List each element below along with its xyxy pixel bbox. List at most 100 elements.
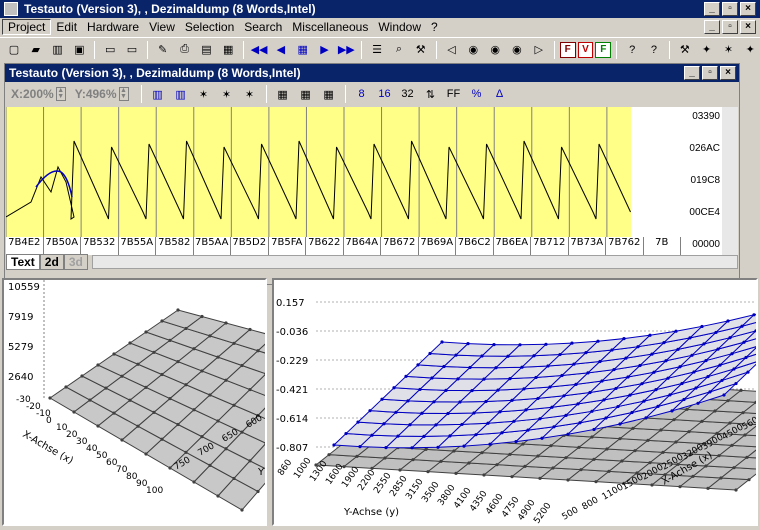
p-button[interactable]: F [595, 41, 612, 58]
menu-search[interactable]: Search [239, 20, 287, 34]
open-red-icon[interactable]: ▥ [48, 40, 68, 60]
y-zoom-arrows-icon[interactable]: ▲ ▼ [118, 87, 129, 101]
mesh-node [756, 423, 758, 426]
prev-icon[interactable]: ◀ [271, 40, 291, 60]
tab-2d[interactable]: 2d [39, 254, 64, 270]
lohi-icon[interactable]: ⇅ [421, 84, 441, 104]
bars2-icon[interactable]: ▥ [171, 84, 191, 104]
menu-view[interactable]: View [144, 20, 180, 34]
mesh-node [624, 356, 628, 360]
f-button[interactable]: F [559, 41, 576, 58]
grid3-icon[interactable]: ▦ [319, 84, 339, 104]
left-gray-icon[interactable]: ◁ [442, 40, 462, 60]
menu-help[interactable]: ? [426, 20, 443, 34]
maximize-button[interactable]: ▫ [722, 2, 738, 16]
bars-icon[interactable]: ▥ [148, 84, 168, 104]
new-file-icon[interactable]: ▢ [4, 40, 24, 60]
mdi-close-button[interactable]: × [740, 20, 756, 34]
mesh-node [396, 434, 400, 438]
child-minimize-button[interactable]: _ [684, 66, 700, 80]
mesh-node [605, 447, 609, 451]
export-icon[interactable]: ▭ [122, 40, 142, 60]
delta-icon[interactable]: Δ [490, 84, 510, 104]
bits32-icon[interactable]: 32 [398, 84, 418, 104]
mdi-restore-button[interactable]: ▫ [722, 20, 738, 34]
wand1-icon[interactable]: ✶ [194, 84, 214, 104]
right-3d-panel[interactable]: 0.157 -0.036 -0.229 -0.421 -0.614 -0.807 860 10… [272, 278, 758, 526]
close-button[interactable]: × [740, 2, 756, 16]
last-icon[interactable]: ▶▶ [336, 40, 356, 60]
child-close-button[interactable]: × [720, 66, 736, 80]
mesh-node [480, 354, 484, 358]
x-zoom-arrows-icon[interactable]: ▲ ▼ [55, 87, 66, 101]
mesh-node [734, 488, 738, 492]
compare-icon[interactable]: ▦ [218, 40, 238, 60]
mesh-node [747, 478, 751, 482]
v-button[interactable]: V [577, 41, 594, 58]
bits16-icon[interactable]: 16 [375, 84, 395, 104]
wrench-icon[interactable]: ✦ [697, 40, 717, 60]
mesh-node [614, 386, 618, 391]
minimize-button[interactable]: _ [704, 2, 720, 16]
mesh-node [128, 398, 132, 402]
first-icon[interactable]: ◀◀ [249, 40, 269, 60]
mesh-node [80, 374, 84, 378]
save-icon[interactable]: ▣ [69, 40, 89, 60]
list-icon[interactable]: ☰ [367, 40, 387, 60]
y-zoom-spinner[interactable]: Y:496% ▲ ▼ [75, 87, 129, 101]
window-icon[interactable]: ▤ [197, 40, 217, 60]
tab-3d[interactable]: 3d [63, 254, 88, 270]
menu-miscellaneous[interactable]: Miscellaneous [287, 20, 373, 34]
red-tool-icon[interactable]: ✶ [719, 40, 739, 60]
bits8-icon[interactable]: 8 [352, 84, 372, 104]
context-help-icon[interactable]: ? [644, 40, 664, 60]
cam3-icon[interactable]: ◉ [507, 40, 527, 60]
mesh-node [692, 370, 696, 374]
grid-icon[interactable]: ▦ [293, 40, 313, 60]
hex-address-label: 7B6EA [494, 237, 531, 255]
menu-selection[interactable]: Selection [180, 20, 239, 34]
tab-text[interactable]: Text [6, 254, 40, 270]
waveform-area[interactable] [6, 107, 682, 237]
import-icon[interactable]: ▭ [100, 40, 120, 60]
grid1-icon[interactable]: ▦ [273, 84, 293, 104]
wand3-icon[interactable]: ✶ [240, 84, 260, 104]
hex-ff-icon[interactable]: FF [444, 84, 464, 104]
print-icon[interactable]: ⎙ [175, 40, 195, 60]
child-maximize-button[interactable]: ▫ [702, 66, 718, 80]
open-folder-icon[interactable]: ▰ [26, 40, 46, 60]
cam2-icon[interactable]: ◉ [485, 40, 505, 60]
find-icon[interactable]: ⌕ [389, 40, 409, 60]
cam1-icon[interactable]: ◉ [463, 40, 483, 60]
mesh-node [622, 336, 626, 341]
menu-hardware[interactable]: Hardware [82, 20, 144, 34]
tools-icon[interactable]: ⚒ [411, 40, 431, 60]
mesh-node [536, 396, 540, 401]
horizontal-scrollbar[interactable] [91, 255, 738, 269]
vertical-scrollbar[interactable] [722, 107, 738, 255]
mesh-node [654, 388, 658, 392]
tool-icon[interactable]: ✎ [153, 40, 173, 60]
hammer-icon[interactable]: ⚒ [675, 40, 695, 60]
mdi-minimize-button[interactable]: _ [704, 20, 720, 34]
percent-icon[interactable]: % [467, 84, 487, 104]
x-zoom-spinner[interactable]: X:200% ▲ ▼ [11, 87, 66, 101]
menu-project[interactable]: Project [2, 19, 52, 35]
menu-window[interactable]: Window [373, 20, 426, 34]
mesh-node [184, 326, 188, 331]
grid2-icon[interactable]: ▦ [296, 84, 316, 104]
right-gray-icon[interactable]: ▷ [529, 40, 549, 60]
next-icon[interactable]: ▶ [315, 40, 335, 60]
left-3d-panel[interactable]: 10559 7919 5279 2640 -30 -20 -10 0 10 20 30 40 50 60 7… [2, 278, 267, 526]
mesh-node [136, 424, 140, 428]
tool-extra-icon[interactable]: ✦ [740, 40, 760, 60]
wand2-icon[interactable]: ✶ [217, 84, 237, 104]
mesh-node [392, 386, 396, 390]
mesh-node [716, 347, 720, 351]
mesh-node [661, 450, 665, 454]
mesh-node [739, 388, 743, 392]
mesh-node [380, 397, 384, 401]
menu-edit[interactable]: Edit [51, 20, 82, 34]
help-icon[interactable]: ? [622, 40, 642, 60]
mesh-cell [755, 330, 756, 331]
